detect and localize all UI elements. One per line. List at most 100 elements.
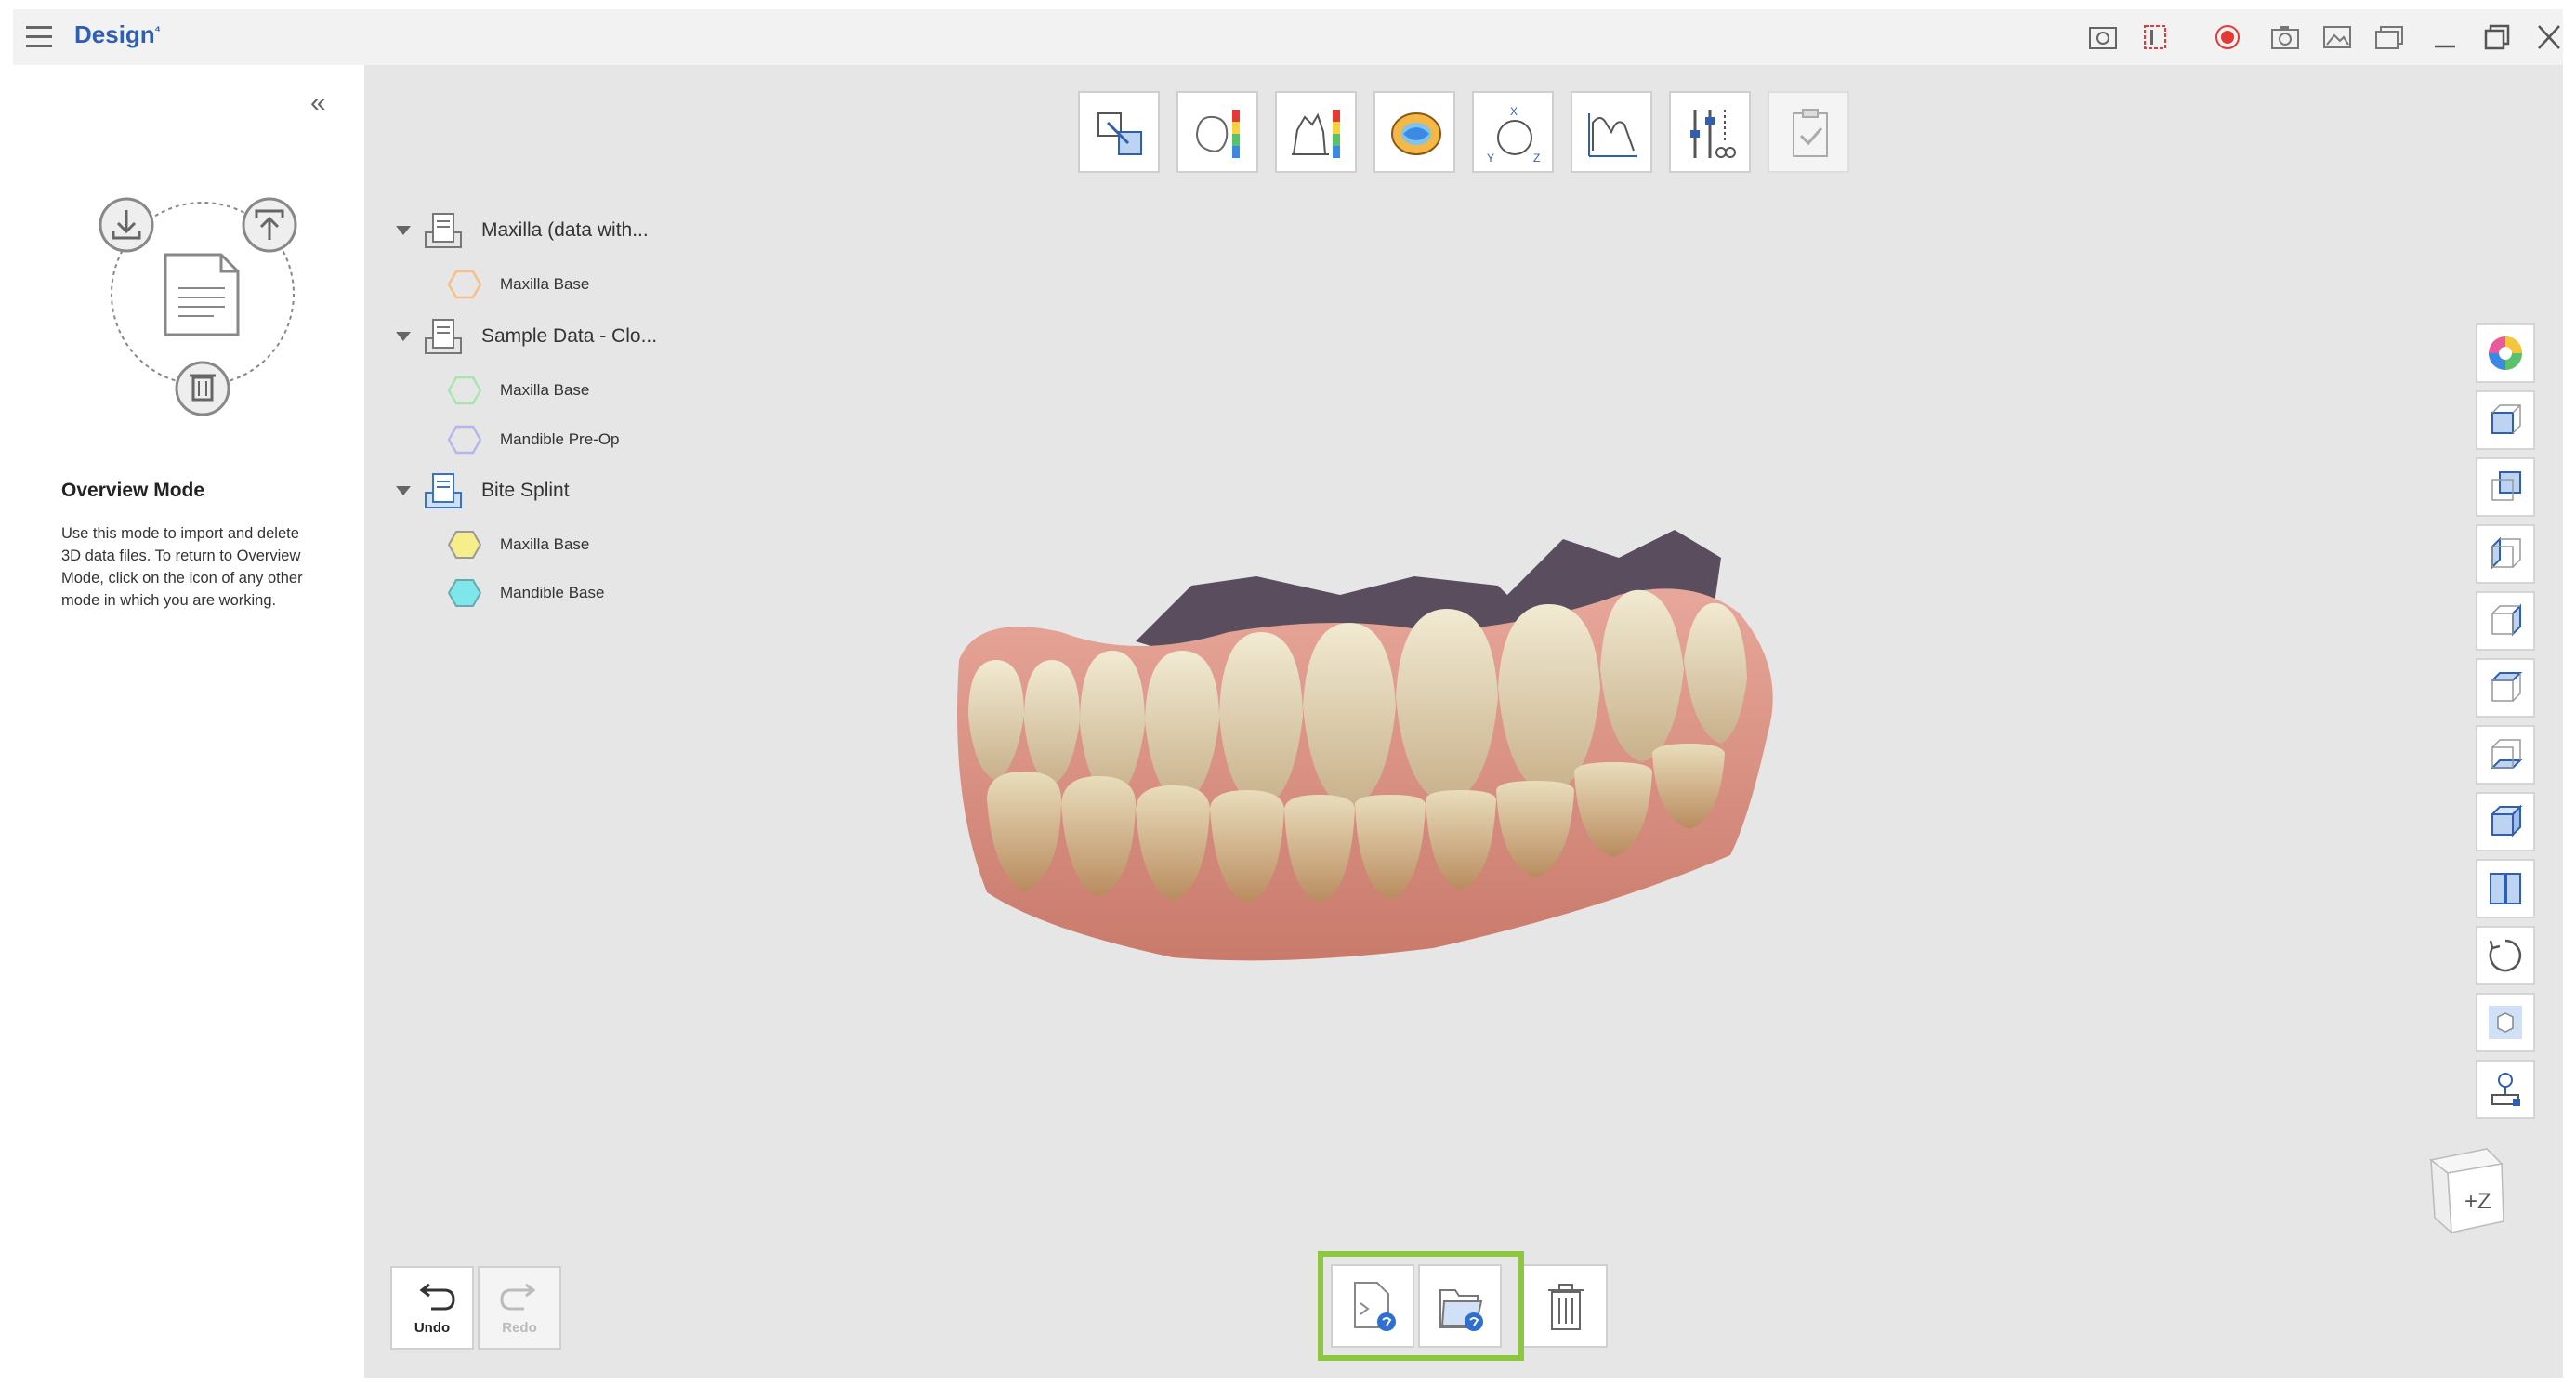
record-icon[interactable] — [2214, 22, 2245, 52]
view-bottom-button[interactable] — [2476, 725, 2535, 785]
occlusion-icon — [1387, 104, 1446, 164]
view-right-button[interactable] — [2476, 591, 2535, 651]
deviation-map-icon — [1189, 104, 1249, 164]
undo-label: Undo — [392, 1320, 472, 1336]
cube-back-view-icon — [2487, 468, 2524, 506]
redo-icon — [500, 1283, 543, 1314]
screenshot-camera-icon[interactable] — [2087, 22, 2119, 52]
cube-isometric-view-icon — [2487, 803, 2524, 840]
svg-text:Z: Z — [1533, 152, 1540, 164]
hexagon-visibility-icon[interactable] — [448, 578, 481, 608]
view-top-button[interactable] — [2476, 658, 2535, 718]
app-title: Design — [74, 20, 155, 49]
tree-group-label: Bite Splint — [481, 480, 570, 502]
tree-item[interactable]: Maxilla Base — [448, 526, 589, 563]
tree-item[interactable]: Maxilla Base — [448, 372, 589, 409]
axis-setup-icon: X Y Z — [1485, 104, 1544, 164]
adjust-tool-button[interactable] — [1669, 91, 1751, 173]
undo-button[interactable]: Undo — [390, 1266, 474, 1350]
tree-group-label: Sample Data - Clo... — [481, 325, 657, 348]
left-panel: « Overview Mode Use this mode to import … — [13, 65, 364, 1378]
orientation-cube-label: +Z — [2464, 1189, 2491, 1214]
redo-button[interactable]: Redo — [478, 1266, 561, 1350]
model-settings-button[interactable] — [2476, 1060, 2535, 1119]
cross-section-icon — [1288, 104, 1347, 164]
app-title-superscript: ⁲⁴ — [154, 22, 161, 37]
tree-item-label: Maxilla Base — [500, 535, 589, 554]
svg-text:X: X — [1510, 105, 1518, 118]
view-back-button[interactable] — [2476, 457, 2535, 517]
deviation-map-button[interactable] — [1176, 91, 1258, 173]
view-left-button[interactable] — [2476, 524, 2535, 584]
occlusion-button[interactable] — [1373, 91, 1455, 173]
tree-group[interactable]: Sample Data - Clo... — [396, 318, 657, 355]
model-settings-icon — [2487, 1071, 2524, 1108]
rotate-view-button[interactable] — [2476, 926, 2535, 985]
cube-front-view-icon — [2487, 402, 2524, 439]
bite-splint-data-icon — [422, 470, 465, 511]
import-file-button[interactable] — [1331, 1264, 1414, 1348]
undo-icon — [413, 1283, 455, 1314]
hexagon-visibility-icon[interactable] — [448, 376, 481, 405]
cube-left-view-icon — [2487, 535, 2524, 573]
document-icon — [165, 255, 238, 335]
color-wheel-icon — [2487, 335, 2524, 372]
image-icon[interactable] — [2321, 22, 2353, 52]
import-icon — [100, 199, 152, 251]
cube-right-view-icon — [2487, 602, 2524, 640]
3d-viewport[interactable]: X Y Z Maxilla (data with... Maxilla Base S… — [364, 65, 2563, 1378]
import-file-icon — [1349, 1281, 1400, 1335]
hamburger-menu-icon[interactable] — [24, 22, 54, 52]
dental-model-3d[interactable] — [950, 521, 1814, 985]
hexagon-visibility-icon[interactable] — [448, 530, 481, 560]
export-icon — [243, 199, 296, 251]
rotate-icon — [2487, 937, 2524, 974]
tree-group[interactable]: Maxilla (data with... — [396, 212, 649, 249]
align-tool-button[interactable] — [1078, 91, 1160, 173]
overview-mode-illustration — [84, 195, 325, 418]
measure-tool-icon — [1584, 104, 1643, 164]
orientation-cube[interactable]: +Z — [2418, 1143, 2511, 1236]
split-view-button[interactable] — [2476, 859, 2535, 918]
split-view-icon — [2487, 870, 2524, 907]
view-front-button[interactable] — [2476, 390, 2535, 450]
tree-item[interactable]: Maxilla Base — [448, 266, 589, 303]
view-isometric-button[interactable] — [2476, 792, 2535, 851]
hexagon-visibility-icon[interactable] — [448, 270, 481, 299]
transparency-button[interactable] — [2476, 993, 2535, 1052]
adjust-tool-icon — [1682, 104, 1741, 164]
cube-top-view-icon — [2487, 669, 2524, 706]
hexagon-visibility-icon[interactable] — [448, 425, 481, 455]
tree-item-label: Maxilla Base — [500, 381, 589, 400]
align-tool-icon — [1091, 104, 1150, 164]
redo-label: Redo — [480, 1320, 559, 1336]
import-folder-button[interactable] — [1418, 1264, 1502, 1348]
complete-button[interactable] — [1768, 91, 1849, 173]
tree-group[interactable]: Bite Splint — [396, 472, 570, 509]
delete-button[interactable] — [1524, 1264, 1608, 1348]
title-bar: Design ⁲⁴ — [13, 9, 2563, 65]
restore-icon[interactable] — [2481, 22, 2513, 52]
tree-group-label: Maxilla (data with... — [481, 219, 649, 242]
tree-item[interactable]: Mandible Pre-Op — [448, 421, 620, 458]
expand-caret-icon[interactable] — [396, 226, 411, 235]
delete-icon — [177, 363, 229, 415]
tree-item-label: Maxilla Base — [500, 275, 589, 294]
expand-caret-icon[interactable] — [396, 486, 411, 495]
expand-caret-icon[interactable] — [396, 332, 411, 341]
cross-section-button[interactable] — [1275, 91, 1357, 173]
tree-item[interactable]: Mandible Base — [448, 574, 604, 612]
scanner-data-icon — [422, 316, 465, 357]
camera-icon[interactable] — [2269, 22, 2301, 52]
color-mode-button[interactable] — [2476, 323, 2535, 383]
axis-setup-button[interactable]: X Y Z — [1472, 91, 1554, 173]
measure-tool-button[interactable] — [1571, 91, 1652, 173]
scanner-data-icon — [422, 210, 465, 251]
collapse-panel-icon[interactable]: « — [310, 87, 326, 119]
gallery-icon[interactable] — [2373, 22, 2405, 52]
minimize-icon[interactable] — [2429, 22, 2461, 52]
mode-title: Overview Mode — [61, 480, 204, 502]
record-area-icon[interactable] — [2141, 22, 2173, 52]
close-icon[interactable] — [2533, 22, 2565, 52]
import-folder-icon — [1435, 1281, 1487, 1335]
